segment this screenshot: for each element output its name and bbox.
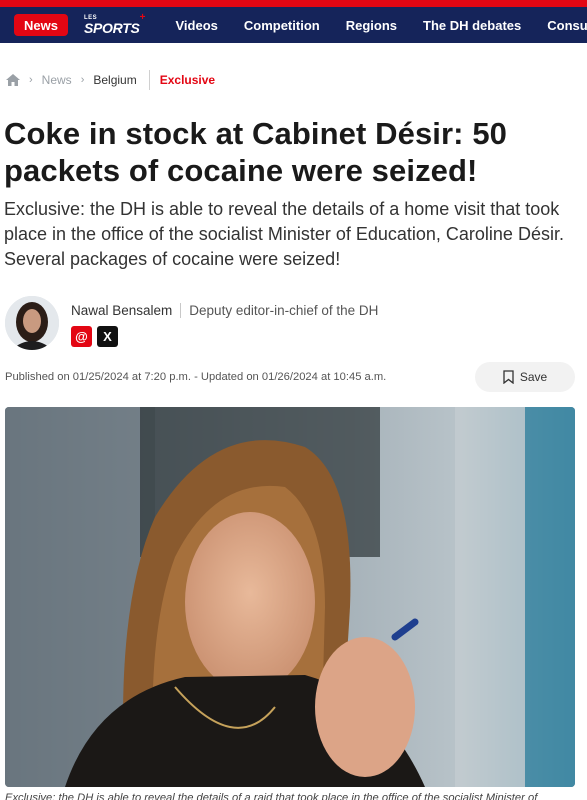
home-icon[interactable] bbox=[6, 74, 20, 86]
article-photo[interactable] bbox=[5, 407, 575, 787]
nav-item-regions[interactable]: Regions bbox=[346, 18, 397, 33]
sports-logo-plus: + bbox=[139, 12, 146, 23]
bookmark-icon bbox=[503, 370, 514, 384]
exclusive-tag[interactable]: Exclusive bbox=[160, 73, 215, 87]
x-twitter-icon[interactable]: X bbox=[97, 326, 118, 347]
email-icon[interactable]: @ bbox=[71, 326, 92, 347]
publication-dates: Published on 01/25/2024 at 7:20 p.m. - U… bbox=[5, 371, 387, 383]
save-button[interactable]: Save bbox=[475, 362, 575, 392]
author-avatar[interactable] bbox=[5, 296, 59, 350]
author-divider bbox=[180, 303, 182, 318]
breadcrumb-belgium[interactable]: Belgium bbox=[93, 73, 136, 87]
publication-row: Published on 01/25/2024 at 7:20 p.m. - U… bbox=[5, 362, 575, 392]
nav-news-button[interactable]: News bbox=[14, 14, 68, 36]
article-title: Coke in stock at Cabinet Désir: 50 packe… bbox=[4, 116, 508, 188]
article-lead: Exclusive: the DH is able to reveal the … bbox=[4, 199, 564, 269]
nav-item-competition[interactable]: Competition bbox=[244, 18, 320, 33]
top-accent-bar bbox=[0, 0, 587, 7]
breadcrumb-divider bbox=[148, 70, 150, 90]
nav-item-consumption[interactable]: Consump bbox=[547, 18, 587, 33]
breadcrumb: › News › Belgium Exclusive bbox=[0, 65, 587, 95]
author-block: Nawal Bensalem Deputy editor-in-chief of… bbox=[5, 296, 587, 350]
sports-logo-text: SPORTS bbox=[83, 20, 140, 36]
nav-item-dh-debates[interactable]: The DH debates bbox=[423, 18, 521, 33]
author-name[interactable]: Nawal Bensalem bbox=[71, 303, 172, 318]
author-social-links: @ X bbox=[71, 326, 378, 347]
chevron-right-icon: › bbox=[29, 74, 33, 86]
breadcrumb-news[interactable]: News bbox=[42, 73, 72, 87]
nav-item-videos[interactable]: Videos bbox=[175, 18, 217, 33]
author-role: Deputy editor-in-chief of the DH bbox=[189, 303, 379, 318]
les-sports-logo[interactable]: LES SPORTS + bbox=[83, 13, 146, 36]
photo-caption: Exclusive: the DH is able to reveal the … bbox=[5, 792, 538, 800]
main-navigation: News LES SPORTS + Videos Competition Reg… bbox=[0, 7, 587, 43]
save-label: Save bbox=[519, 370, 548, 384]
chevron-right-icon: › bbox=[80, 74, 85, 86]
